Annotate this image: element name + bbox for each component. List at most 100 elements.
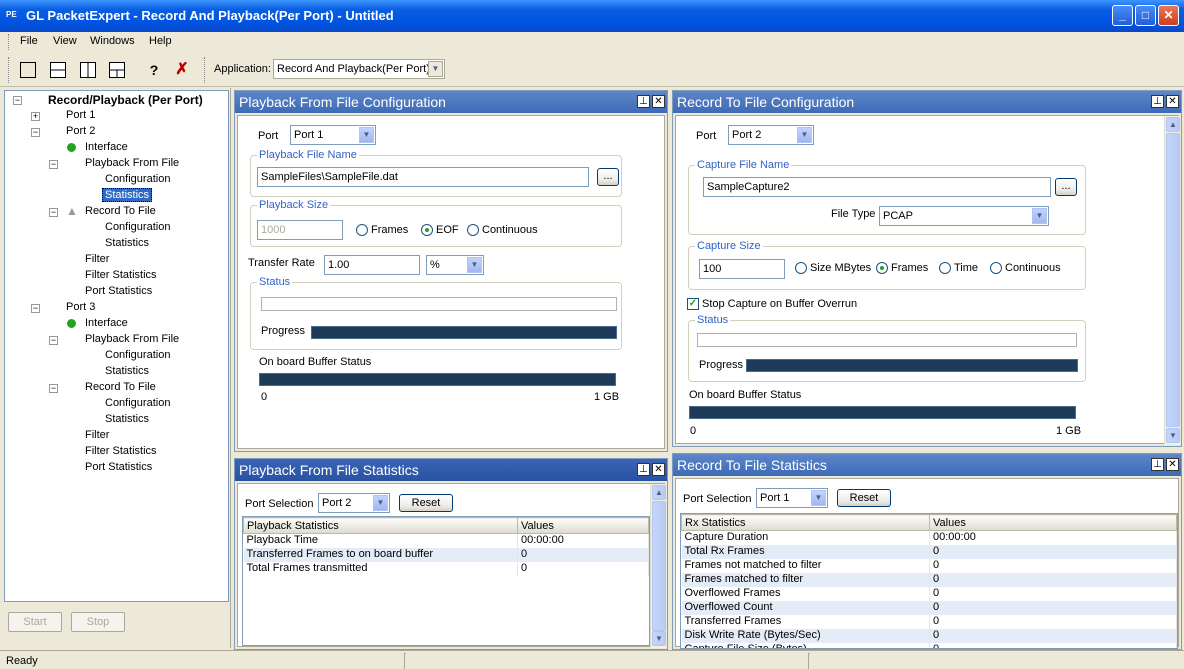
tree-port3-playback[interactable]: Playback From File (85, 333, 179, 345)
tree-port3-interface[interactable]: Interface (85, 317, 128, 329)
maximize-button[interactable]: □ (1135, 5, 1156, 26)
rate-unit-select[interactable]: % ▼ (426, 255, 484, 275)
table-row[interactable]: Overflowed Frames 0 (681, 586, 1177, 601)
collapse-icon[interactable]: − (49, 208, 58, 217)
close-button[interactable]: ✕ (1158, 5, 1179, 26)
pin-icon[interactable]: ⊥ (1151, 458, 1164, 471)
help-icon[interactable]: ? (143, 59, 165, 81)
table-row[interactable]: Transferred Frames 0 (681, 614, 1177, 629)
tree-port3-record[interactable]: Record To File (85, 381, 156, 393)
tree-port3-filter-stats[interactable]: Filter Statistics (85, 445, 157, 457)
radio-continuous[interactable] (467, 224, 479, 236)
menu-file[interactable]: File (20, 35, 38, 47)
scroll-thumb[interactable] (652, 501, 666, 631)
layout-horizontal-icon[interactable] (47, 59, 69, 81)
capture-size-input[interactable]: 100 (699, 259, 785, 279)
pin-icon[interactable]: ⊥ (637, 95, 650, 108)
vertical-scrollbar[interactable]: ▲ ▼ (1164, 116, 1180, 445)
column-header[interactable]: Rx Statistics (681, 514, 930, 531)
radio-frames[interactable] (876, 262, 888, 274)
layout-vertical-icon[interactable] (77, 59, 99, 81)
tree-port2-playback[interactable]: Playback From File (85, 157, 179, 169)
radio-size-mbytes[interactable] (795, 262, 807, 274)
tree-port1[interactable]: Port 1 (66, 109, 95, 121)
table-row[interactable]: Overflowed Count 0 (681, 600, 1177, 615)
tree-port2-record-stats[interactable]: Statistics (105, 237, 149, 249)
menu-help[interactable]: Help (149, 35, 172, 47)
menu-windows[interactable]: Windows (90, 35, 135, 47)
scroll-up-icon[interactable]: ▲ (652, 485, 666, 500)
table-row[interactable]: Playback Time 00:00:00 (243, 533, 649, 548)
start-button[interactable]: Start (8, 612, 62, 632)
layout-grid-icon[interactable] (106, 59, 128, 81)
column-header[interactable]: Playback Statistics (243, 517, 518, 534)
browse-button[interactable]: ... (1055, 178, 1077, 196)
collapse-icon[interactable]: − (31, 304, 40, 313)
scroll-thumb[interactable] (1166, 133, 1180, 427)
exit-icon[interactable]: ✗ (171, 59, 193, 81)
table-row[interactable]: Disk Write Rate (Bytes/Sec) 0 (681, 628, 1177, 643)
collapse-icon[interactable]: − (13, 96, 22, 105)
transfer-rate-input[interactable]: 1.00 (324, 255, 420, 275)
expand-icon[interactable]: + (31, 112, 40, 121)
pin-icon[interactable]: ⊥ (1151, 95, 1164, 108)
radio-continuous[interactable] (990, 262, 1002, 274)
table-row[interactable]: Frames not matched to filter 0 (681, 558, 1177, 573)
pin-icon[interactable]: ⊥ (637, 463, 650, 476)
minimize-button[interactable]: _ (1112, 5, 1133, 26)
tree-port3-playback-stats[interactable]: Statistics (105, 365, 149, 377)
collapse-icon[interactable]: − (31, 128, 40, 137)
collapse-icon[interactable]: − (49, 384, 58, 393)
collapse-icon[interactable]: − (49, 160, 58, 169)
tree-port3-playback-config[interactable]: Configuration (105, 349, 170, 361)
splitter[interactable] (230, 88, 233, 648)
table-row[interactable]: Total Rx Frames 0 (681, 544, 1177, 559)
table-row[interactable]: Capture Duration 00:00:00 (681, 530, 1177, 545)
close-icon[interactable]: ✕ (652, 463, 665, 476)
capture-file-input[interactable]: SampleCapture2 (703, 177, 1051, 197)
radio-time[interactable] (939, 262, 951, 274)
tree-port3[interactable]: Port 3 (66, 301, 95, 313)
tree-port2-record[interactable]: Record To File (85, 205, 156, 217)
tree-root[interactable]: Record/Playback (Per Port) (48, 93, 203, 107)
menu-view[interactable]: View (53, 35, 77, 47)
reset-button[interactable]: Reset (837, 489, 891, 507)
radio-eof[interactable] (421, 224, 433, 236)
browse-button[interactable]: ... (597, 168, 619, 186)
tree-port2-filter-stats[interactable]: Filter Statistics (85, 269, 157, 281)
table-row[interactable]: Frames matched to filter 0 (681, 572, 1177, 587)
port-select[interactable]: Port 2 ▼ (728, 125, 814, 145)
radio-frames[interactable] (356, 224, 368, 236)
scroll-down-icon[interactable]: ▼ (1166, 428, 1180, 443)
stop-on-overrun-checkbox[interactable]: ✓ (687, 298, 699, 310)
tree-port2-port-stats[interactable]: Port Statistics (85, 285, 152, 297)
file-type-select[interactable]: PCAP ▼ (879, 206, 1049, 226)
port-select[interactable]: Port 1 ▼ (290, 125, 376, 145)
column-header[interactable]: Values (929, 514, 1177, 531)
tree-port3-port-stats[interactable]: Port Statistics (85, 461, 152, 473)
table-row[interactable]: Capture File Size (Bytes) 0 (681, 642, 1177, 648)
playback-file-input[interactable]: SampleFiles\SampleFile.dat (257, 167, 589, 187)
close-icon[interactable]: ✕ (1166, 95, 1179, 108)
tree-port2[interactable]: Port 2 (66, 125, 95, 137)
port-selection-select[interactable]: Port 1 ▼ (756, 488, 828, 508)
tree-port3-record-stats[interactable]: Statistics (105, 413, 149, 425)
collapse-icon[interactable]: − (49, 336, 58, 345)
playback-size-input[interactable]: 1000 (257, 220, 343, 240)
column-header[interactable]: Values (517, 517, 649, 534)
scroll-down-icon[interactable]: ▼ (652, 631, 666, 646)
table-row[interactable]: Total Frames transmitted 0 (243, 561, 649, 576)
application-select[interactable]: Record And Playback(Per Port) ▼ (273, 59, 445, 79)
port-selection-select[interactable]: Port 2 ▼ (318, 493, 390, 513)
reset-button[interactable]: Reset (399, 494, 453, 512)
tree-port3-filter[interactable]: Filter (85, 429, 109, 441)
tree-port2-playback-stats[interactable]: Statistics (102, 188, 153, 202)
close-icon[interactable]: ✕ (1166, 458, 1179, 471)
layout-single-icon[interactable] (17, 59, 39, 81)
tree-port2-record-config[interactable]: Configuration (105, 221, 170, 233)
scroll-up-icon[interactable]: ▲ (1166, 117, 1180, 132)
tree-port2-filter[interactable]: Filter (85, 253, 109, 265)
close-icon[interactable]: ✕ (652, 95, 665, 108)
tree-port2-playback-config[interactable]: Configuration (105, 173, 170, 185)
vertical-scrollbar[interactable]: ▲ ▼ (650, 484, 666, 648)
